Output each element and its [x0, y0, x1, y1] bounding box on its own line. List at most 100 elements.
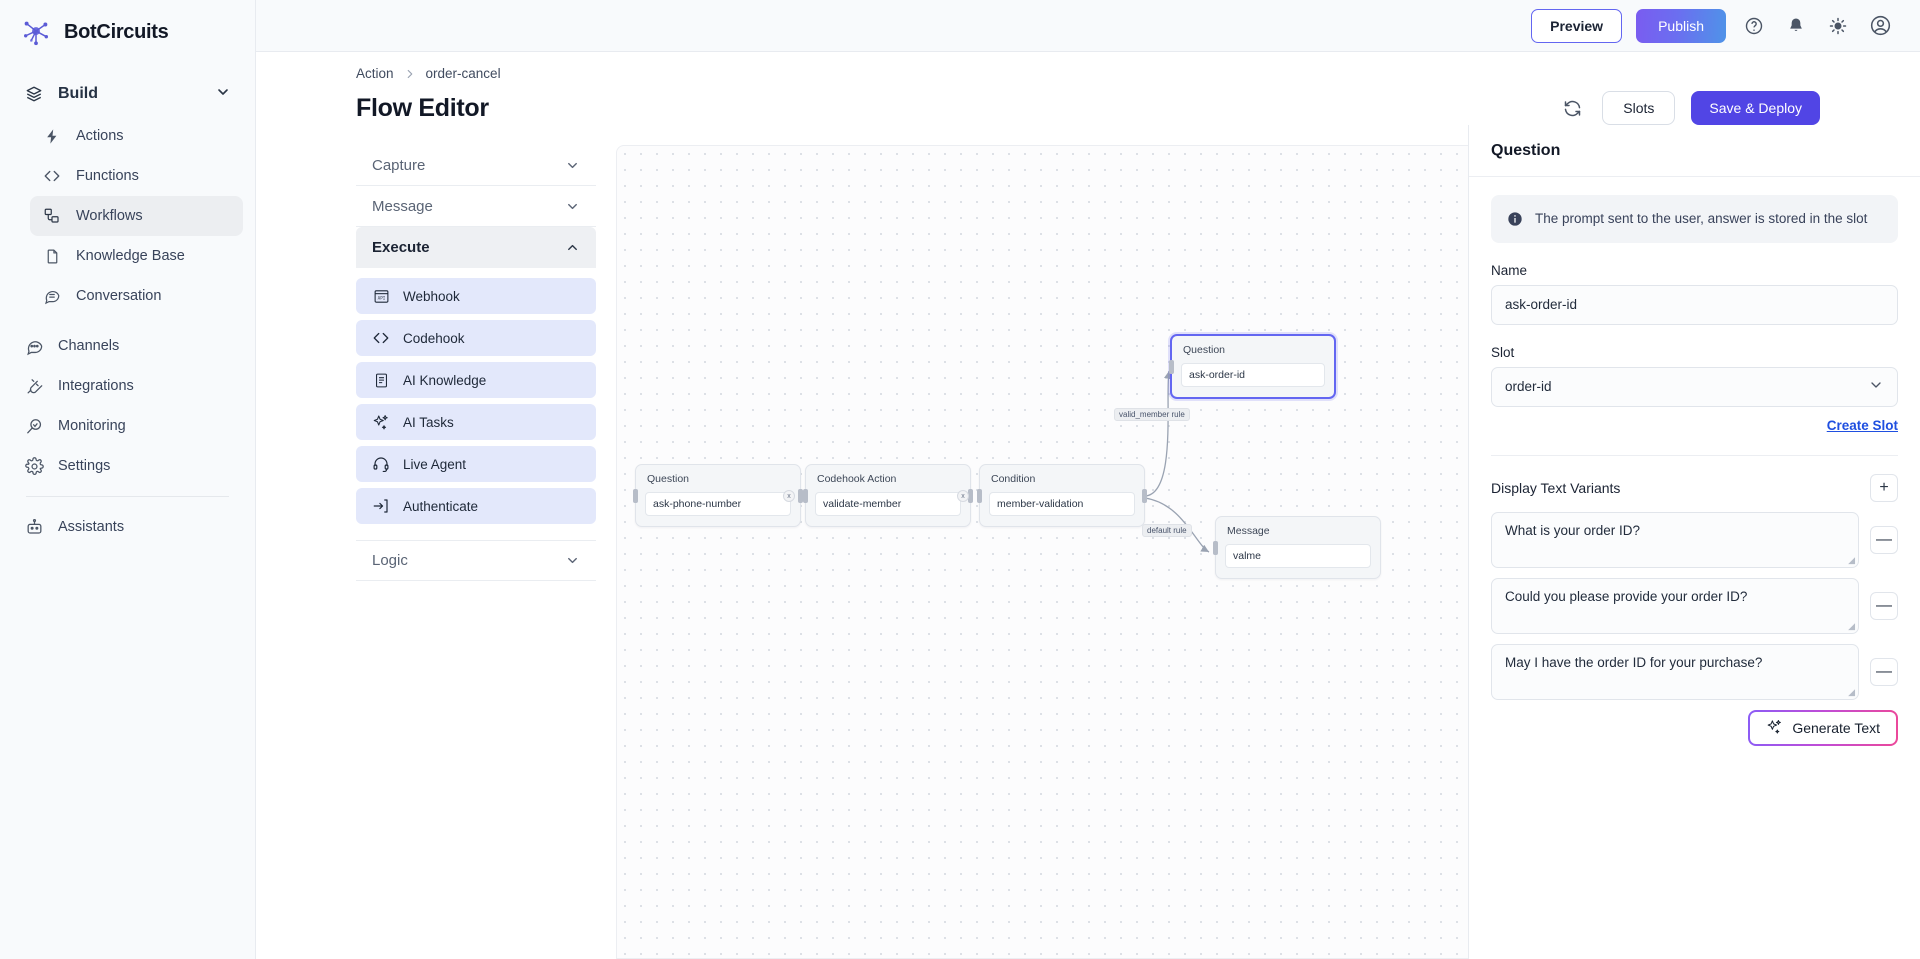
remove-variant-button[interactable]: —	[1870, 525, 1898, 554]
palette-section-execute-body: API Webhook Codehook AI Knowledge AI Tas…	[356, 268, 596, 540]
node-port-out[interactable]	[1142, 488, 1147, 503]
sidebar-item-conversation[interactable]: Conversation	[30, 276, 243, 316]
palette-item-webhook[interactable]: API Webhook	[356, 278, 596, 314]
name-input[interactable]: ask-order-id	[1491, 284, 1898, 325]
slots-button[interactable]: Slots	[1602, 91, 1676, 125]
flow-node-codehook-action[interactable]: Codehook Action validate-member	[803, 464, 973, 527]
canvas-container: Question ask-phone-number Codehook Actio…	[616, 145, 1468, 959]
node-port-in[interactable]	[1169, 359, 1174, 374]
bell-icon[interactable]	[1782, 12, 1810, 40]
palette-section-capture[interactable]: Capture	[356, 145, 596, 186]
sidebar-item-actions[interactable]: Actions	[30, 116, 243, 156]
palette-item-label: Codehook	[403, 330, 465, 346]
palette-item-ai-tasks[interactable]: AI Tasks	[356, 404, 596, 440]
slot-select[interactable]: order-id	[1491, 366, 1898, 407]
sidebar: BotCircuits Build Actions Functions Work…	[0, 0, 256, 959]
topbar: Preview Publish	[256, 0, 1920, 52]
brand-name: BotCircuits	[64, 20, 169, 43]
node-port-in[interactable]	[803, 488, 808, 503]
user-circle-icon[interactable]	[1866, 12, 1894, 40]
code-icon	[42, 166, 62, 186]
sidebar-item-knowledge-base[interactable]: Knowledge Base	[30, 236, 243, 276]
node-type-label: Codehook Action	[817, 473, 897, 485]
chevron-down-icon	[565, 158, 580, 173]
variant-textarea[interactable]: May I have the order ID for your purchas…	[1491, 643, 1859, 700]
palette-item-authenticate[interactable]: Authenticate	[356, 488, 596, 524]
add-variant-button[interactable]: +	[1870, 473, 1898, 502]
remove-variant-button[interactable]: —	[1870, 591, 1898, 620]
inspector-hint-text: The prompt sent to the user, answer is s…	[1535, 211, 1868, 226]
chevron-down-icon	[215, 84, 231, 105]
create-slot-link[interactable]: Create Slot	[1827, 418, 1898, 433]
palette-section-label: Execute	[372, 239, 430, 256]
palette-section-execute[interactable]: Execute	[356, 227, 596, 268]
sun-icon[interactable]	[1824, 12, 1852, 40]
resize-grip-icon[interactable]: ◢	[1848, 555, 1855, 565]
palette-item-live-agent[interactable]: Live Agent	[356, 446, 596, 482]
flow-node-condition[interactable]: Condition member-validation	[977, 464, 1147, 527]
publish-button[interactable]: Publish	[1636, 8, 1726, 43]
brand[interactable]: BotCircuits	[0, 0, 255, 64]
sidebar-item-workflows[interactable]: Workflows	[30, 196, 243, 236]
edge-delete-icon[interactable]: x	[957, 490, 969, 502]
slot-field-label: Slot	[1491, 344, 1515, 360]
palette-section-message[interactable]: Message	[356, 186, 596, 227]
save-deploy-button[interactable]: Save & Deploy	[1691, 91, 1820, 125]
flow-node-question-phone[interactable]: Question ask-phone-number	[633, 464, 803, 527]
inspector-hint: The prompt sent to the user, answer is s…	[1491, 195, 1898, 243]
breadcrumb-item-current[interactable]: order-cancel	[426, 66, 501, 81]
chevron-right-icon	[403, 67, 417, 81]
info-icon	[1507, 211, 1523, 227]
flow-canvas[interactable]: Question ask-phone-number Codehook Actio…	[616, 145, 1468, 959]
sidebar-item-label: Integrations	[58, 378, 134, 394]
generate-text-button[interactable]: Generate Text	[1748, 710, 1898, 746]
refresh-icon[interactable]	[1558, 94, 1586, 122]
node-port-in[interactable]	[1213, 540, 1218, 555]
document-lines-icon	[372, 371, 390, 389]
sidebar-item-settings[interactable]: Settings	[12, 446, 243, 486]
inspector-body: The prompt sent to the user, answer is s…	[1469, 177, 1920, 746]
sidebar-item-monitoring[interactable]: Monitoring	[12, 406, 243, 446]
flow-node-question-order-id[interactable]: Question ask-order-id	[1169, 334, 1336, 399]
chevron-down-icon	[1868, 377, 1884, 396]
sidebar-item-label: Assistants	[58, 519, 125, 535]
sidebar-item-channels[interactable]: Channels	[12, 326, 243, 366]
sidebar-group-build[interactable]: Build	[12, 72, 243, 116]
botcircuits-logo-icon	[20, 16, 52, 48]
node-port-in[interactable]	[633, 488, 638, 503]
sparkles-icon	[1766, 718, 1783, 738]
variant-textarea[interactable]: Could you please provide your order ID? …	[1491, 577, 1859, 634]
flow-node-message[interactable]: Message valme	[1213, 516, 1381, 579]
variants-title: Display Text Variants	[1491, 479, 1621, 496]
title-row: Flow Editor Slots Save & Deploy	[356, 91, 1894, 125]
remove-variant-button[interactable]: —	[1870, 657, 1898, 686]
variant-textarea[interactable]: What is your order ID? ◢	[1491, 511, 1859, 568]
sidebar-item-functions[interactable]: Functions	[30, 156, 243, 196]
resize-grip-icon[interactable]: ◢	[1848, 621, 1855, 631]
palette-section-label: Message	[372, 197, 433, 215]
node-port-in[interactable]	[977, 488, 982, 503]
edge-label-default-rule: default rule	[1142, 524, 1192, 537]
palette-section-logic[interactable]: Logic	[356, 540, 596, 581]
inspector-panel: Question The prompt sent to the user, an…	[1468, 125, 1920, 959]
plug-icon	[24, 376, 44, 396]
search-activity-icon	[24, 416, 44, 436]
palette-section-label: Capture	[372, 156, 426, 174]
palette-item-codehook[interactable]: Codehook	[356, 320, 596, 356]
help-circle-icon[interactable]	[1740, 12, 1768, 40]
sidebar-item-label: Monitoring	[58, 418, 126, 434]
breadcrumb-item-action[interactable]: Action	[356, 66, 394, 81]
edge-delete-icon[interactable]: x	[783, 490, 795, 502]
app-root: BotCircuits Build Actions Functions Work…	[0, 0, 1920, 959]
sidebar-item-assistants[interactable]: Assistants	[12, 507, 243, 547]
chat-dots-icon	[24, 336, 44, 356]
variants-header: Display Text Variants +	[1491, 473, 1898, 502]
node-palette: Capture Message Execute API Webhook Code…	[256, 145, 616, 959]
sidebar-item-integrations[interactable]: Integrations	[12, 366, 243, 406]
palette-item-ai-knowledge[interactable]: AI Knowledge	[356, 362, 596, 398]
chevron-down-icon	[565, 553, 580, 568]
sidebar-item-label: Conversation	[76, 288, 162, 304]
layers-icon	[24, 84, 44, 104]
preview-button[interactable]: Preview	[1531, 8, 1623, 43]
resize-grip-icon[interactable]: ◢	[1848, 687, 1855, 697]
